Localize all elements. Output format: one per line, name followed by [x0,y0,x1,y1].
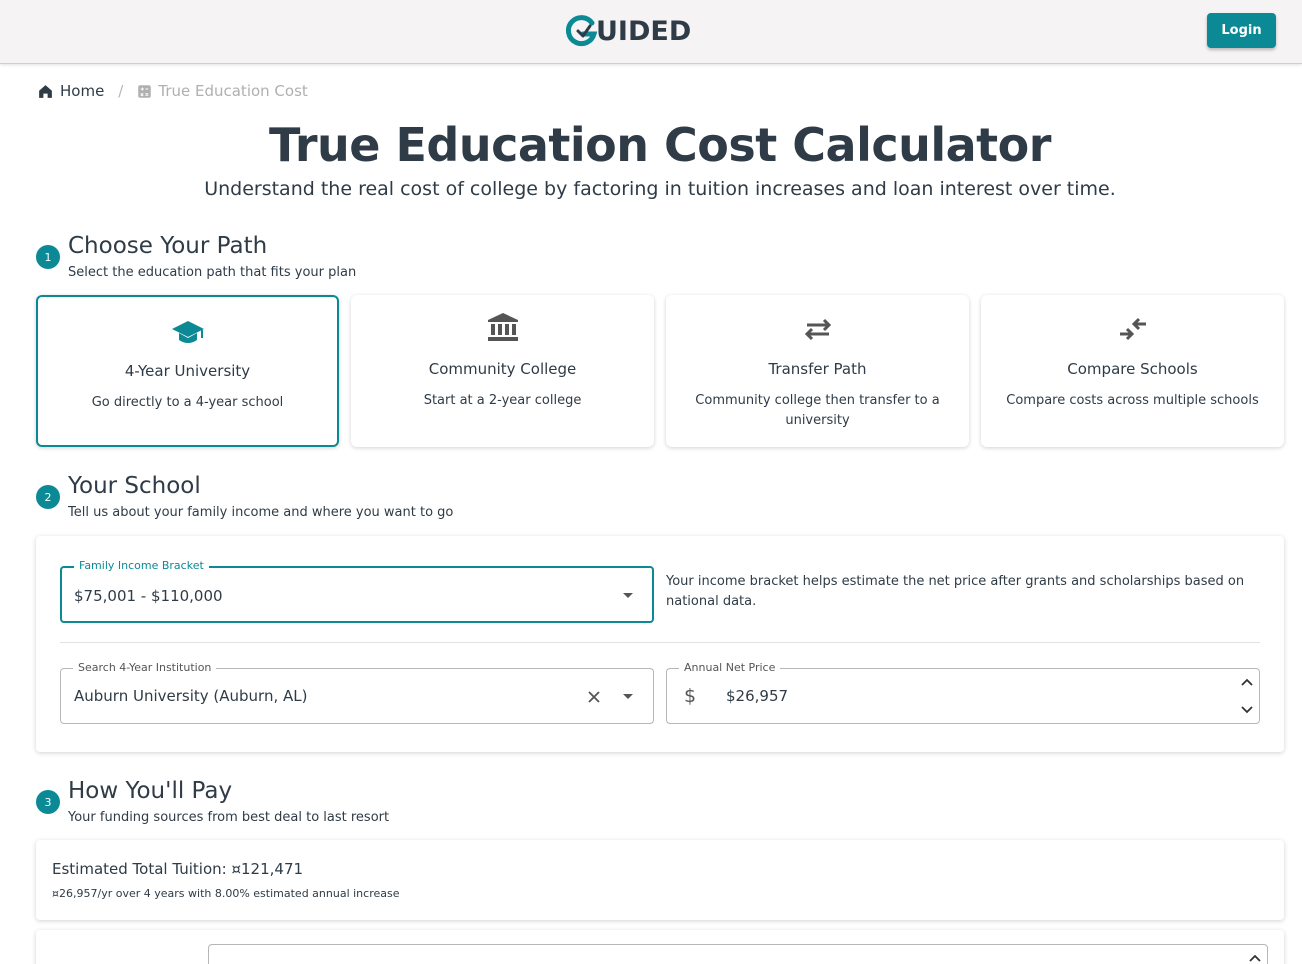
family-income-select[interactable]: Family Income Bracket $75,001 - $110,000 [60,559,654,623]
annual-net-price-label: Annual Net Price [679,661,781,674]
graduation-cap-icon [38,317,337,347]
section-title-how-you-pay: How You'll Pay [68,778,233,804]
path-description: Compare costs across multiple schools [1006,393,1259,408]
login-button[interactable]: Login [1207,13,1276,48]
dollar-icon: $ [684,685,697,707]
breadcrumb: Home / True Education Cost [37,81,308,101]
breadcrumb-home-link[interactable]: Home [37,82,104,100]
institution-icon [351,312,654,342]
breadcrumb-home-label: Home [60,82,105,100]
path-card-compare-schools[interactable]: Compare Schools Compare costs across mul… [981,295,1284,447]
step-2-badge: 2 [36,485,60,509]
institution-search-input[interactable]: Search 4-Year Institution Auburn Univers… [60,661,654,724]
path-description: Community college then transfer to a uni… [695,393,940,428]
page-title: True Education Cost Calculator [269,118,1051,172]
path-description: Start at a 2-year college [423,393,582,408]
page-subtitle: Understand the real cost of college by f… [204,178,1116,200]
step-3-badge: 3 [36,790,60,814]
funding-source-card [36,930,1284,964]
decrement-chevron-down-icon[interactable] [1241,705,1253,715]
section-desc-how-you-pay: Your funding sources from best deal to l… [68,810,390,825]
logo-text: UIDED [596,15,692,47]
section-divider [60,642,1260,643]
breadcrumb-current: True Education Cost [137,82,308,100]
section-title-your-school: Your School [68,473,201,499]
step-1-badge: 1 [36,245,60,269]
path-name: Community College [428,360,577,378]
section-desc-your-school: Tell us about your family income and whe… [68,505,454,520]
section-desc-choose-path: Select the education path that fits your… [68,265,357,280]
path-name: 4-Year University [124,362,251,380]
institution-search-label: Search 4-Year Institution [73,661,217,674]
breadcrumb-current-label: True Education Cost [158,82,308,100]
dropdown-arrow-icon[interactable] [623,694,633,699]
path-description: Go directly to a 4-year school [91,395,284,410]
path-name: Compare Schools [1067,360,1198,378]
income-help-text: Your income bracket helps estimate the n… [666,574,1245,609]
tuition-detail-text: ¤26,957/yr over 4 years with 8.00% estim… [52,887,400,900]
top-navigation-bar: UIDED Login [0,0,1302,64]
estimated-tuition-card: Estimated Total Tuition: ¤121,471 ¤26,95… [36,840,1284,920]
transfer-arrows-icon [666,314,969,344]
path-card-4-year-university[interactable]: 4-Year University Go directly to a 4-yea… [36,295,339,447]
clear-icon[interactable] [587,690,601,704]
estimated-total-tuition: Estimated Total Tuition: ¤121,471 [52,860,304,878]
dropdown-arrow-icon[interactable] [623,593,633,598]
annual-net-price-input[interactable]: Annual Net Price $ $26,957 [666,661,1260,724]
calculator-icon [138,84,152,98]
compare-arrows-icon [981,314,1284,344]
institution-search-value: Auburn University (Auburn, AL) [74,687,308,705]
family-income-label: Family Income Bracket [74,559,209,572]
funding-source-input[interactable] [208,944,1268,964]
family-income-value: $75,001 - $110,000 [74,587,223,605]
annual-net-price-value: $26,957 [726,687,789,705]
breadcrumb-separator: / [118,82,124,100]
path-card-community-college[interactable]: Community College Start at a 2-year coll… [351,295,654,447]
guided-logo[interactable]: UIDED [566,13,691,49]
increment-chevron-up-icon[interactable] [1249,953,1261,963]
path-card-transfer-path[interactable]: Transfer Path Community college then tra… [666,295,969,447]
section-title-choose-path: Choose Your Path [68,233,268,259]
increment-chevron-up-icon[interactable] [1241,677,1253,687]
your-school-panel: Family Income Bracket $75,001 - $110,000… [36,536,1284,752]
home-icon [39,84,52,98]
logo-g-mark [566,15,598,47]
path-name: Transfer Path [768,360,867,378]
